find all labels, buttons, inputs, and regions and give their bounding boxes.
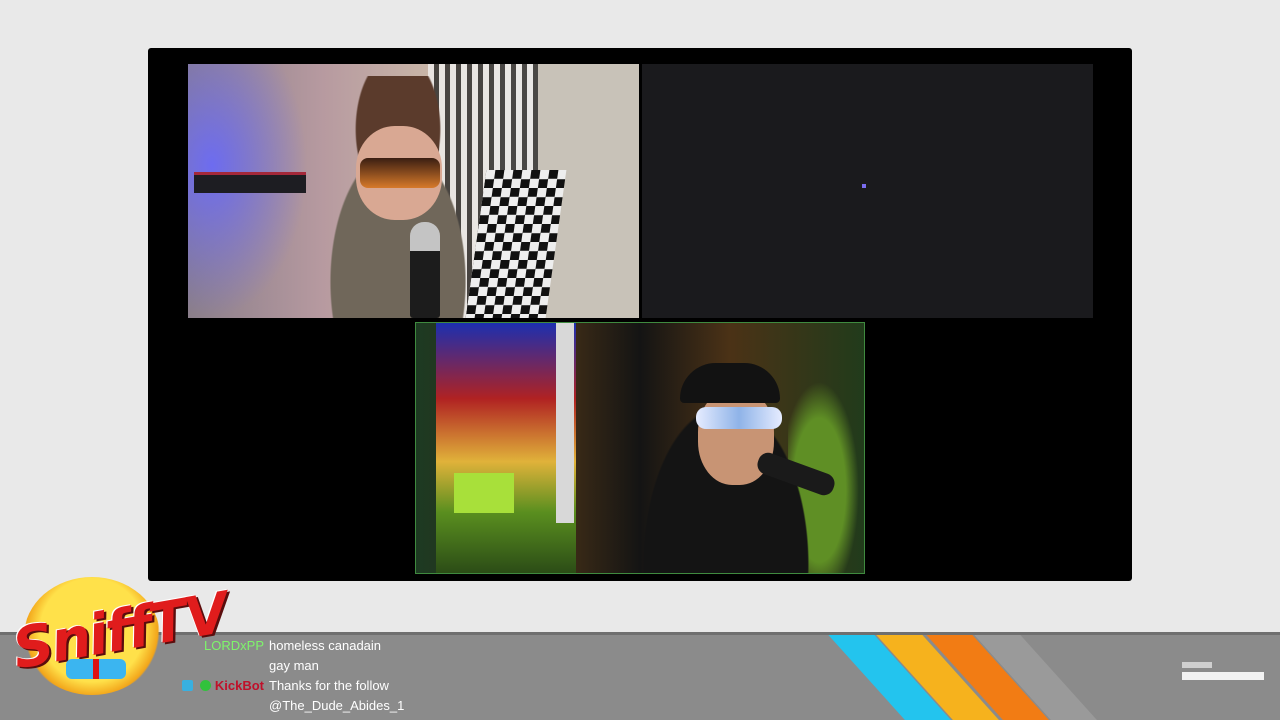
chat-text: gay man [269,658,319,673]
chat-message-continued: gay man [182,656,582,676]
microphone [410,222,440,318]
cursor-dot [862,184,866,188]
keyboard-prop [194,172,306,193]
chat-text: homeless canadain [269,638,382,653]
chat-message-continued: @The_Dude_Abides_1 [182,696,582,716]
mini-widget-bar [1182,672,1264,680]
chat-text: Thanks for the follow [269,678,389,693]
participant-video-tile-1[interactable] [188,64,639,318]
chat-message: KickBot Thanks for the follow [182,676,582,696]
mini-widget-line [1182,662,1212,668]
chat-text: @The_Dude_Abides_1 [269,698,405,713]
building [556,323,574,523]
city-backdrop [436,323,576,573]
cap [680,363,780,403]
platform-badge-icon [182,680,193,691]
verified-badge-icon [199,680,211,691]
chat-overlay: LORDxPP homeless canadain gay man KickBo… [182,636,582,716]
sunglasses [696,407,782,429]
stream-overlay: SniffTV LORDxPP homeless canadain gay ma… [0,0,1280,720]
video-call-stage [148,48,1132,581]
chat-username[interactable]: KickBot [215,676,264,696]
mini-widget [1182,662,1264,680]
chat-username[interactable]: LORDxPP [204,636,264,656]
green-sign [454,473,514,513]
chat-message: LORDxPP homeless canadain [182,636,582,656]
participant-video-tile-3-active-speaker[interactable] [415,322,865,574]
sniff-tv-logo: SniffTV [8,573,232,713]
logo-glasses-icon [66,659,126,679]
sunglasses [360,158,440,188]
participant-video-tile-2-empty[interactable] [642,64,1093,318]
